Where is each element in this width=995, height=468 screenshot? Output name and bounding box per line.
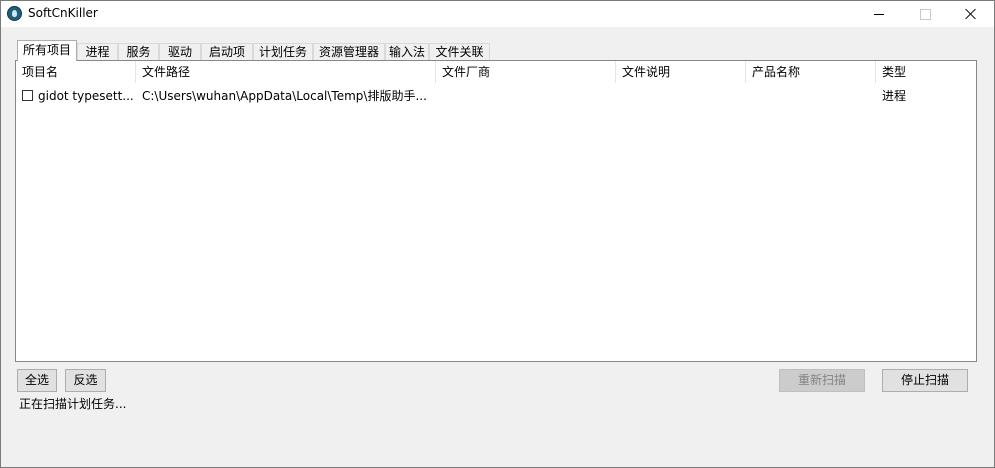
- column-header-type[interactable]: 类型: [876, 61, 976, 83]
- row-checkbox[interactable]: [22, 90, 33, 101]
- minimize-button[interactable]: [856, 1, 902, 27]
- row-product: [746, 85, 876, 107]
- column-header-name[interactable]: 项目名: [16, 61, 136, 83]
- column-header-description[interactable]: 文件说明: [616, 61, 746, 83]
- app-logo-icon: [7, 6, 22, 21]
- close-button[interactable]: [948, 1, 994, 27]
- tab-file-associations[interactable]: 文件关联: [429, 43, 490, 60]
- app-window: SoftCnKiller 所有项目 进程 服务 驱动 启动项 计划任务 资源管理…: [0, 0, 995, 468]
- status-text: 正在扫描计划任务...: [19, 397, 127, 411]
- minimize-icon: [874, 13, 884, 15]
- title-bar: SoftCnKiller: [1, 1, 994, 27]
- maximize-icon: [919, 8, 931, 20]
- stop-scan-button[interactable]: 停止扫描: [882, 369, 968, 392]
- items-list[interactable]: 项目名 文件路径 文件厂商 文件说明 产品名称 类型 gidot typeset…: [15, 60, 977, 362]
- column-header-product[interactable]: 产品名称: [746, 61, 876, 83]
- invert-selection-button[interactable]: 反选: [65, 369, 106, 392]
- tab-explorer[interactable]: 资源管理器: [313, 43, 385, 60]
- window-title: SoftCnKiller: [28, 6, 98, 20]
- row-description: [616, 85, 746, 107]
- maximize-button[interactable]: [902, 1, 948, 27]
- close-icon: [965, 8, 977, 20]
- list-header: 项目名 文件路径 文件厂商 文件说明 产品名称 类型: [16, 61, 976, 84]
- tab-drivers[interactable]: 驱动: [159, 43, 201, 60]
- tab-startup[interactable]: 启动项: [201, 43, 253, 60]
- column-header-vendor[interactable]: 文件厂商: [436, 61, 616, 83]
- select-all-button[interactable]: 全选: [17, 369, 57, 392]
- tab-services[interactable]: 服务: [118, 43, 159, 60]
- tab-scheduled-tasks[interactable]: 计划任务: [253, 43, 313, 60]
- rescan-button[interactable]: 重新扫描: [779, 369, 865, 392]
- row-name: gidot typesett...: [38, 89, 134, 103]
- tab-processes[interactable]: 进程: [77, 43, 118, 60]
- row-path: C:\Users\wuhan\AppData\Local\Temp\排版助手..…: [142, 89, 427, 103]
- tab-all-items[interactable]: 所有项目: [17, 40, 77, 61]
- row-vendor: [436, 85, 616, 107]
- row-type: 进程: [882, 89, 907, 103]
- column-header-path[interactable]: 文件路径: [136, 61, 436, 83]
- tab-input-methods[interactable]: 输入法: [385, 43, 429, 60]
- table-row[interactable]: gidot typesett... C:\Users\wuhan\AppData…: [16, 85, 976, 107]
